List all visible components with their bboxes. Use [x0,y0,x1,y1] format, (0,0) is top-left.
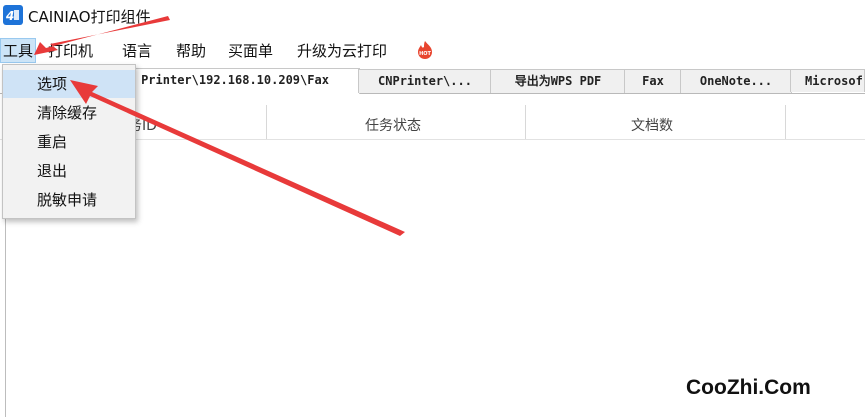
svg-text:4: 4 [5,9,14,23]
tools-dropdown-menu: 选项 清除缓存 重启 退出 脱敏申请 [2,64,136,219]
menu-option-desensitize-request[interactable]: 脱敏申请 [3,186,135,214]
column-divider[interactable] [785,105,786,139]
menu-help[interactable]: 帮助 [176,40,206,61]
tab-microsoft[interactable]: Microsof [790,69,865,92]
column-divider[interactable] [525,105,526,139]
window-title: CAINIAO打印组件 [28,8,151,26]
menu-option-exit[interactable]: 退出 [3,157,135,185]
tab-onenote[interactable]: OneNote... [680,69,792,93]
tab-fax[interactable]: Fax [624,69,682,93]
app-logo-icon: 4 [3,5,23,25]
column-divider[interactable] [266,105,267,139]
menu-printer[interactable]: 打印机 [48,40,93,61]
menu-option-clear-cache[interactable]: 清除缓存 [3,99,135,127]
column-header-job-status[interactable]: 任务状态 [365,115,421,135]
title-bar: 4 CAINIAO打印组件 [0,0,865,34]
column-header-document-count[interactable]: 文档数 [631,115,673,135]
menu-option-options[interactable]: 选项 [3,70,135,98]
menu-option-restart[interactable]: 重启 [3,128,135,156]
tab-cnprinter[interactable]: CNPrinter\... [358,69,492,93]
hot-badge-icon[interactable]: HOT [416,40,434,60]
menu-language[interactable]: 语言 [122,40,152,61]
menu-tools[interactable]: 工具 [0,38,37,63]
svg-text:HOT: HOT [419,51,431,57]
tab-printer-fax-network[interactable]: Printer\192.168.10.209\Fax [110,68,360,94]
watermark-text: CooZhi.Com [686,376,811,399]
menu-buy-waybill[interactable]: 买面单 [228,40,273,61]
menu-upgrade-cloud-print[interactable]: 升级为云打印 [297,40,387,61]
tab-export-wps-pdf[interactable]: 导出为WPS PDF [490,69,626,93]
